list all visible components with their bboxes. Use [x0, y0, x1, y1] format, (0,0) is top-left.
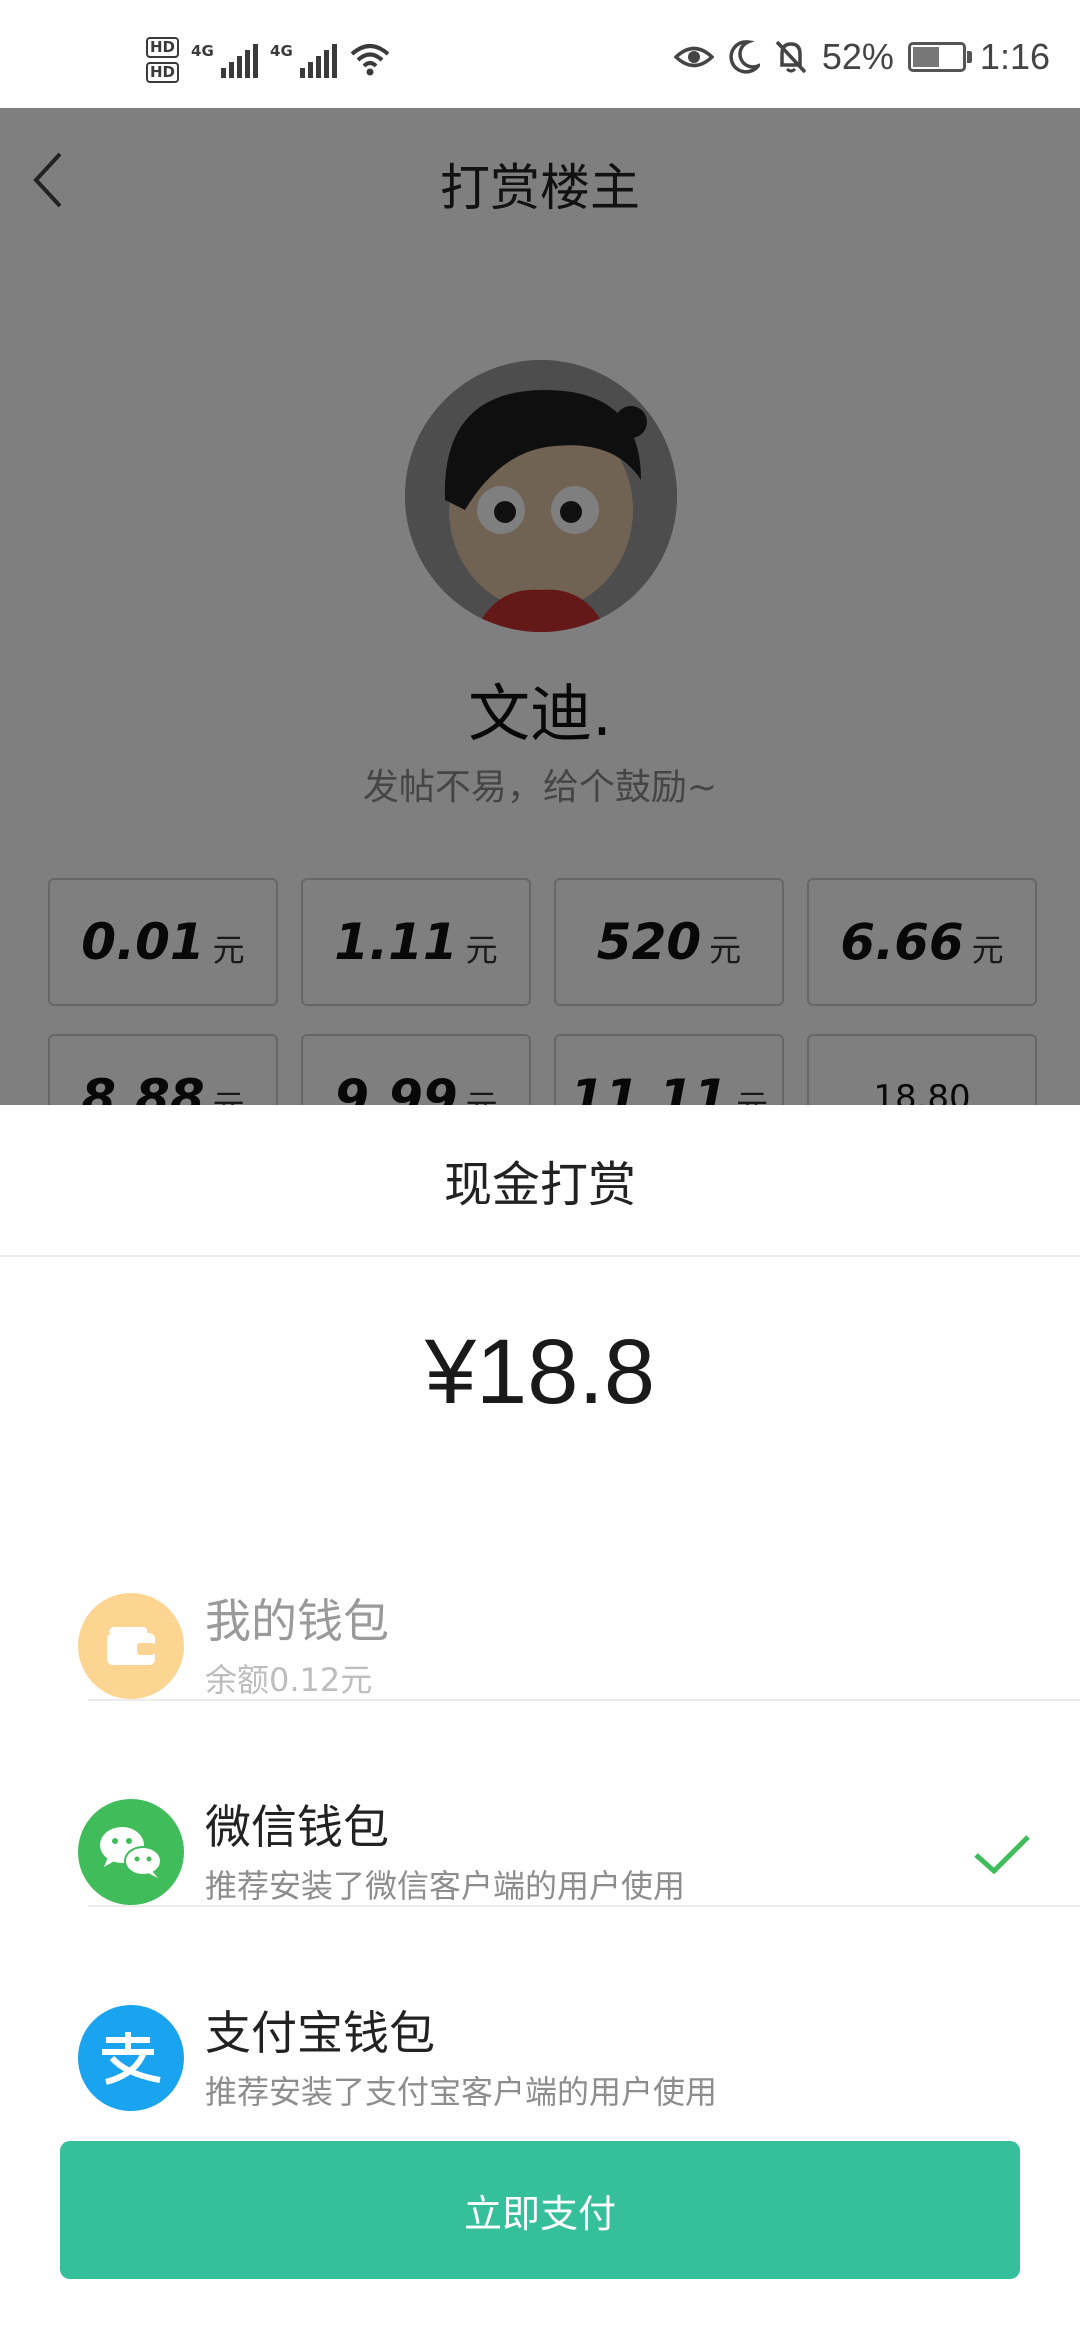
- bell-off-icon: [775, 40, 807, 74]
- wechat-desc: 推荐安装了微信客户端的用户使用: [205, 1867, 686, 1905]
- hd2-badge: HD: [146, 62, 180, 83]
- wechat-icon: [78, 1799, 184, 1905]
- status-bar: HD HD 4G 4G 52% 1:16: [0, 0, 1080, 108]
- checkmark-icon: [974, 1835, 1030, 1875]
- eye-icon: [673, 46, 714, 68]
- signal-icon: 4G: [270, 42, 338, 78]
- alipay-desc: 推荐安装了支付宝客户端的用户使用: [205, 2073, 718, 2111]
- payment-option-alipay[interactable]: 支付宝钱包 推荐安装了支付宝客户端的用户使用: [0, 1955, 1080, 2161]
- alipay-icon: [78, 2005, 184, 2111]
- payment-sheet: 现金打赏 ¥18.8 我的钱包 余额0.12元 微信钱包 推荐安装了微信客户端的…: [0, 1105, 1080, 2340]
- price-amount: ¥18.8: [424, 1321, 656, 1423]
- sheet-title: 现金打赏: [0, 1105, 1080, 1257]
- wallet-icon: [78, 1593, 184, 1699]
- battery-percent: 52%: [821, 36, 894, 77]
- hd1-badge: HD: [146, 37, 180, 58]
- divider: [88, 1699, 1080, 1701]
- alipay-name: 支付宝钱包: [205, 2006, 435, 2060]
- pay-now-button[interactable]: 立即支付: [60, 2141, 1020, 2279]
- battery-icon: [907, 42, 972, 72]
- status-right: 52% 1:16: [673, 36, 1050, 78]
- network-type-1: 4G: [191, 42, 214, 60]
- wallet-balance: 余额0.12元: [205, 1661, 373, 1699]
- payment-option-wallet[interactable]: 我的钱包 余额0.12元: [0, 1543, 1080, 1749]
- divider: [88, 1905, 1080, 1907]
- status-left: HD HD 4G 4G: [146, 30, 391, 90]
- wallet-name: 我的钱包: [205, 1594, 389, 1648]
- wechat-name: 微信钱包: [205, 1800, 389, 1854]
- signal-icon: 4G: [191, 42, 259, 78]
- network-type-2: 4G: [270, 42, 293, 60]
- payment-option-wechat[interactable]: 微信钱包 推荐安装了微信客户端的用户使用: [0, 1749, 1080, 1955]
- moon-icon: [729, 40, 760, 74]
- clock: 1:16: [979, 36, 1050, 77]
- wifi-icon: [350, 44, 390, 76]
- dim-overlay[interactable]: [0, 108, 1080, 1105]
- hd-indicators: HD HD: [146, 37, 180, 83]
